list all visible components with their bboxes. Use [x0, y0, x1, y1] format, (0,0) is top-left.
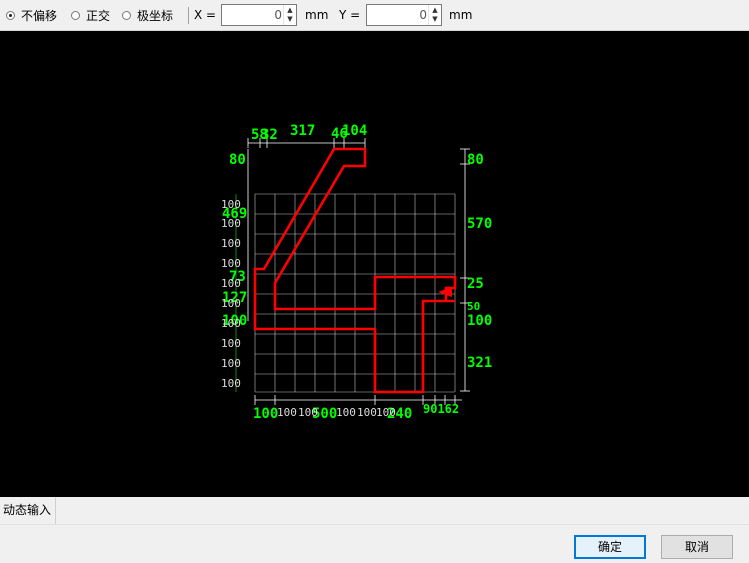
toolbar: 不偏移 正交 极坐标 X = 0 ▲ ▼ mm Y = 0 ▲ ▼ mm — [0, 0, 749, 31]
dim-right-321: 321 — [467, 355, 492, 371]
col-scale-2: 100 — [298, 406, 318, 419]
dim-right-570: 570 — [467, 216, 492, 232]
dim-right-25: 25 — [467, 276, 484, 292]
drawing-canvas[interactable]: 58 32 317 46 104 80 469 73 127 100 80 57… — [0, 31, 749, 497]
x-unit: mm — [305, 8, 329, 22]
row-scale-1: 100 — [221, 198, 241, 211]
row-scale-9: 100 — [221, 357, 241, 370]
dim-top-32: 32 — [261, 127, 278, 143]
radio-orthogonal[interactable]: 正交 — [71, 0, 110, 30]
x-input[interactable]: 0 ▲ ▼ — [221, 4, 297, 26]
dialog-button-bar: 确定 取消 — [0, 524, 749, 563]
dim-left-80: 80 — [229, 152, 246, 168]
radio-dot-icon — [6, 10, 15, 20]
cancel-button[interactable]: 取消 — [661, 535, 733, 559]
dim-right-80: 80 — [467, 152, 484, 168]
radio-no-offset[interactable]: 不偏移 — [6, 0, 57, 30]
col-scale-4: 100 — [357, 406, 377, 419]
row-scale-7: 100 — [221, 317, 241, 330]
dynamic-input-tab[interactable]: 动态输入 — [0, 497, 56, 524]
col-scale-3: 100 — [336, 406, 356, 419]
row-scale-10: 100 — [221, 377, 241, 390]
row-scale-8: 100 — [221, 337, 241, 350]
dim-right-50: 50 — [467, 300, 480, 313]
dim-bottom-100: 100 — [253, 406, 278, 422]
radio-dot-icon — [71, 10, 80, 20]
ok-button[interactable]: 确定 — [574, 535, 646, 559]
row-scale-2: 100 — [221, 217, 241, 230]
y-label: Y = — [339, 8, 361, 22]
row-scale-3: 100 — [221, 237, 241, 250]
radio-label: 不偏移 — [21, 8, 58, 23]
col-scale-5: 100 — [376, 406, 396, 419]
spin-arrows-icon[interactable]: ▲ ▼ — [283, 5, 296, 25]
spin-arrows-icon[interactable]: ▲ ▼ — [428, 5, 441, 25]
dim-bottom-tail: 90162 — [423, 402, 459, 416]
row-scale-6: 100 — [221, 297, 241, 310]
y-value: 0 — [419, 8, 427, 22]
radio-label: 极坐标 — [137, 8, 174, 23]
x-value: 0 — [274, 8, 282, 22]
grid — [254, 193, 456, 393]
toolbar-divider — [188, 7, 189, 24]
x-label: X = — [194, 8, 217, 22]
dim-right-100: 100 — [467, 313, 492, 329]
dim-top-317: 317 — [290, 123, 315, 139]
row-scale-5: 100 — [221, 277, 241, 290]
y-unit: mm — [449, 8, 473, 22]
y-input[interactable]: 0 ▲ ▼ — [366, 4, 442, 26]
dimension-text: 58 32 317 46 104 80 469 73 127 100 80 57… — [222, 123, 492, 422]
radio-dot-icon — [122, 10, 131, 20]
dim-top-104: 104 — [342, 123, 367, 139]
col-scale-1: 100 — [277, 406, 297, 419]
drawing-svg: 58 32 317 46 104 80 469 73 127 100 80 57… — [221, 123, 492, 422]
row-scale-4: 100 — [221, 257, 241, 270]
radio-polar[interactable]: 极坐标 — [122, 0, 173, 30]
radio-label: 正交 — [86, 8, 111, 23]
